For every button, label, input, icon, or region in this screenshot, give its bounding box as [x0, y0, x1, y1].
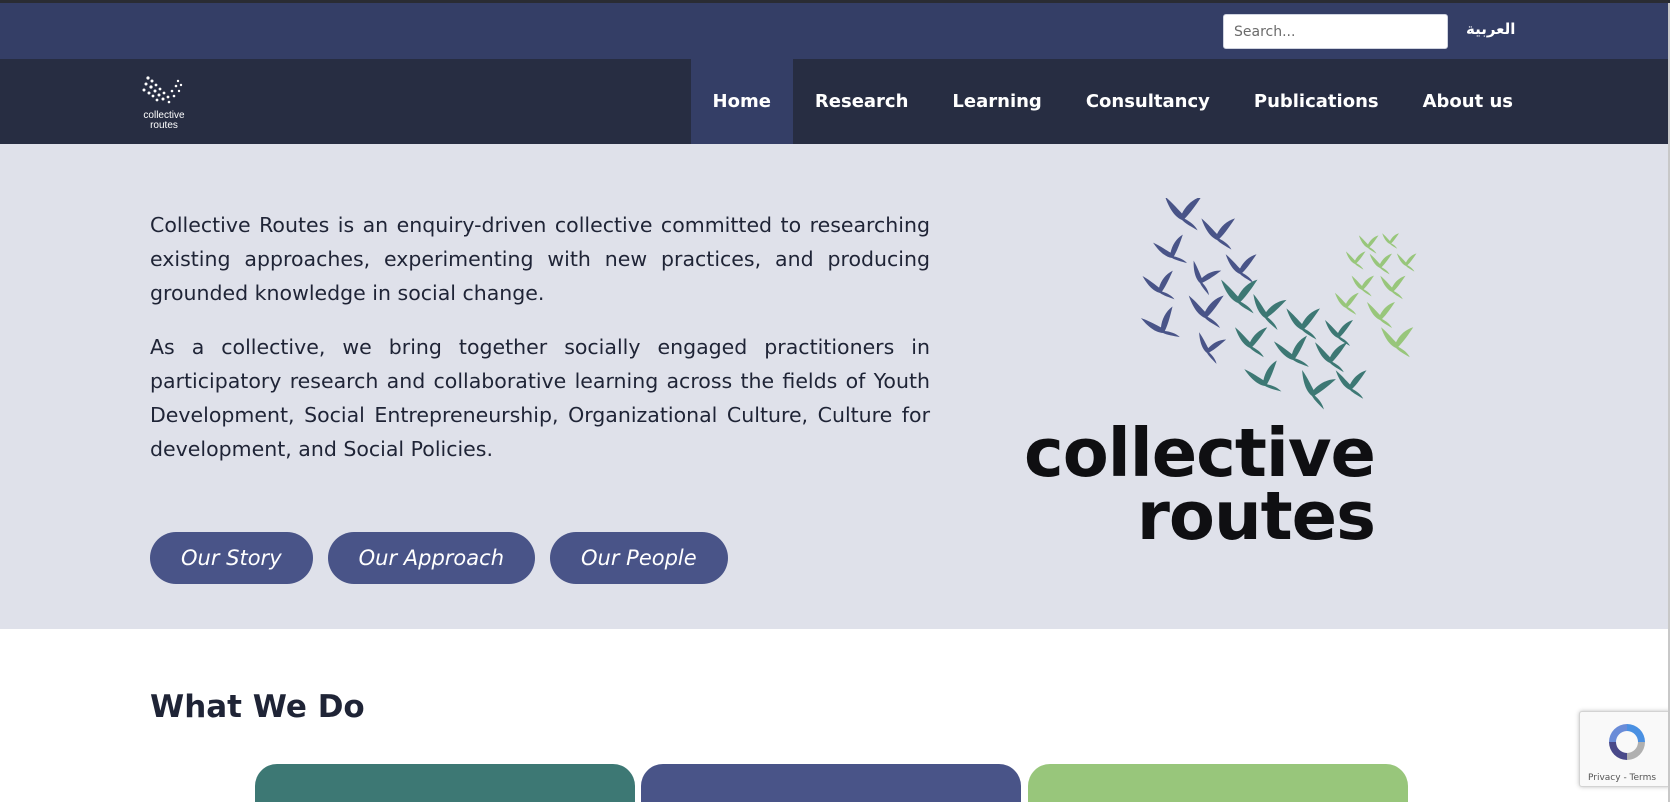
nav-item-about-us[interactable]: About us — [1401, 59, 1535, 144]
logo-wordmark-routes: routes — [1136, 477, 1376, 555]
hero-logo: collective routes — [1024, 196, 1430, 555]
nav-item-publications[interactable]: Publications — [1232, 59, 1401, 144]
service-card-teal[interactable] — [255, 764, 635, 802]
what-we-do-title: What We Do — [150, 689, 365, 725]
our-people-button[interactable]: Our People — [550, 532, 728, 584]
hero-paragraph-1: Collective Routes is an enquiry-driven c… — [150, 213, 930, 305]
recaptcha-icon — [1609, 724, 1645, 760]
search-input[interactable] — [1223, 14, 1448, 49]
recaptcha-badge[interactable]: Privacy - Terms — [1579, 711, 1670, 787]
main-navbar: collective routes Home Research Learning… — [0, 59, 1670, 144]
nav-item-learning[interactable]: Learning — [930, 59, 1063, 144]
flock-of-birds-icon — [1140, 196, 1417, 411]
arabic-language-link[interactable]: العربية — [1466, 20, 1515, 38]
hero-paragraph-2: As a collective, we bring together socia… — [150, 335, 930, 461]
top-utility-bar: العربية — [0, 3, 1670, 59]
hero-section: Collective Routes is an enquiry-driven c… — [0, 144, 1670, 629]
nav-item-consultancy[interactable]: Consultancy — [1064, 59, 1232, 144]
logo-birds-icon: collective routes — [142, 76, 185, 131]
recaptcha-privacy-terms[interactable]: Privacy - Terms — [1588, 773, 1656, 783]
site-logo[interactable]: collective routes — [134, 72, 194, 132]
nav-item-research[interactable]: Research — [793, 59, 931, 144]
our-approach-button[interactable]: Our Approach — [327, 532, 536, 584]
hero-button-group: Our Story Our Approach Our People — [150, 532, 743, 584]
service-card-navy[interactable] — [641, 764, 1021, 802]
svg-text:routes: routes — [150, 120, 178, 131]
nav-item-home[interactable]: Home — [690, 59, 793, 144]
service-card-green[interactable] — [1028, 764, 1408, 802]
our-story-button[interactable]: Our Story — [150, 532, 313, 584]
hero-intro: Collective Routes is an enquiry-driven c… — [150, 208, 930, 486]
nav-menu: Home Research Learning Consultancy Publi… — [690, 59, 1535, 144]
